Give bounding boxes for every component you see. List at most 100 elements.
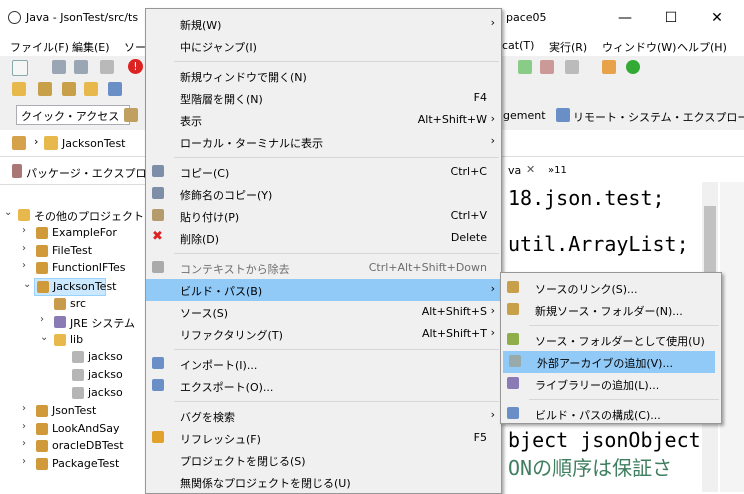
tree-item[interactable]: ›jackso bbox=[70, 385, 123, 401]
menu-item[interactable]: 表示 Alt+Shift+W › bbox=[146, 109, 501, 131]
menu-item-shortcut: Ctrl+Alt+Shift+Down bbox=[368, 261, 487, 274]
chevron-right-icon[interactable]: › bbox=[22, 456, 26, 467]
menu-search-partial[interactable]: cat(T) bbox=[502, 39, 534, 52]
code-line-2[interactable]: util.ArrayList; bbox=[508, 232, 689, 256]
menu-item[interactable]: 外部アーカイブの追加(V)... bbox=[503, 351, 715, 373]
tree-item[interactable]: › oracleDBTest bbox=[22, 438, 124, 454]
project-icon bbox=[36, 458, 48, 471]
tree-item[interactable]: ›jackso bbox=[70, 349, 123, 365]
chevron-right-icon[interactable]: › bbox=[22, 260, 26, 271]
menu-item[interactable]: ビルド・パスの構成(C)... bbox=[501, 403, 721, 425]
tree-item[interactable]: › LookAndSay bbox=[22, 421, 119, 437]
print-icon[interactable] bbox=[100, 60, 114, 74]
menu-item[interactable]: インポート(I)... bbox=[146, 353, 501, 375]
submenu-arrow-icon: › bbox=[490, 408, 495, 421]
package-icon[interactable] bbox=[38, 82, 52, 96]
code-line-3[interactable]: bject jsonObject bbox=[508, 428, 701, 452]
disconnect-icon[interactable] bbox=[565, 60, 579, 74]
menu-help[interactable]: ヘルプ(H) bbox=[677, 39, 727, 55]
new-icon[interactable] bbox=[12, 60, 28, 76]
code-line-1[interactable]: 18.json.test; bbox=[508, 186, 665, 210]
menu-item[interactable]: 新規ソース・フォルダー(N)... bbox=[501, 299, 721, 321]
tree-item[interactable]: ›jackso bbox=[70, 367, 123, 383]
menu-item[interactable]: リファクタリング(T) Alt+Shift+T › bbox=[146, 323, 501, 345]
close-button[interactable]: ✕ bbox=[694, 0, 740, 36]
menu-item[interactable]: ソース・フォルダーとして使用(U) bbox=[501, 329, 721, 351]
save-icon[interactable] bbox=[52, 60, 66, 74]
menu-item[interactable]: リフレッシュ(F) F5 bbox=[146, 427, 501, 449]
menu-item[interactable]: ソースのリンク(S)... bbox=[501, 277, 721, 299]
minimize-button[interactable]: — bbox=[602, 0, 648, 36]
chevron-down-icon[interactable]: ⌄ bbox=[23, 279, 31, 290]
breadcrumb-project[interactable]: JacksonTest bbox=[62, 137, 126, 150]
menu-item[interactable]: 中にジャンプ(I) bbox=[146, 35, 501, 57]
chevron-right-icon[interactable]: › bbox=[22, 438, 26, 449]
menu-edit[interactable]: 編集(E) bbox=[72, 39, 110, 55]
brush-icon[interactable] bbox=[108, 82, 122, 96]
menu-separator bbox=[174, 401, 499, 402]
tree-item[interactable]: ›src bbox=[52, 296, 86, 312]
folder-open-icon[interactable] bbox=[12, 82, 26, 96]
tree-item[interactable]: ⌄ JacksonTest bbox=[23, 278, 117, 297]
stop-icon[interactable]: ! bbox=[128, 59, 143, 74]
code-line-4[interactable]: ONの順序は保証さ bbox=[508, 452, 672, 481]
chevron-down-icon[interactable]: ⌄ bbox=[4, 207, 12, 218]
close-tab-icon[interactable]: ✕ bbox=[526, 163, 535, 176]
tree-item[interactable]: › PackageTest bbox=[22, 456, 119, 472]
terminate-icon[interactable] bbox=[540, 60, 554, 74]
menu-item-label: 修飾名のコピー(Y) bbox=[180, 189, 273, 202]
menu-item[interactable]: 無関係なプロジェクトを閉じる(U) bbox=[146, 471, 501, 493]
menu-item[interactable]: ビルド・パス(B) › bbox=[146, 279, 501, 301]
run-icon[interactable] bbox=[626, 60, 640, 74]
tree-item[interactable]: › FileTest bbox=[22, 243, 92, 259]
menu-item[interactable]: 新規(W) › bbox=[146, 13, 501, 35]
menu-item[interactable]: 型階層を開く(N) F4 bbox=[146, 87, 501, 109]
menu-item[interactable]: ライブラリーの追加(L)... bbox=[501, 373, 721, 395]
remote-system-explorer-tab[interactable]: リモート・システム・エクスプローラー bbox=[573, 109, 744, 125]
tree-item[interactable]: › ExampleFor bbox=[22, 225, 117, 241]
workspace-icon[interactable] bbox=[12, 136, 26, 150]
menu-item[interactable]: エクスポート(O)... bbox=[146, 375, 501, 397]
chevron-right-icon[interactable]: › bbox=[22, 243, 26, 254]
save-all-icon[interactable] bbox=[74, 60, 88, 74]
chevron-right-icon[interactable]: › bbox=[40, 314, 44, 325]
menu-item[interactable]: 貼り付け(P) Ctrl+V bbox=[146, 205, 501, 227]
menu-item[interactable]: コピー(C) Ctrl+C bbox=[146, 161, 501, 183]
folder-icon bbox=[18, 209, 30, 221]
menu-item-label: ビルド・パス(B) bbox=[180, 285, 263, 298]
menu-item[interactable]: 修飾名のコピー(Y) bbox=[146, 183, 501, 205]
menu-item[interactable]: ✖ 削除(D) Delete bbox=[146, 227, 501, 249]
menu-item[interactable]: ローカル・ターミナルに表示 › bbox=[146, 131, 501, 153]
menu-item[interactable]: プロジェクトを閉じる(S) bbox=[146, 449, 501, 471]
chevron-right-icon[interactable]: › bbox=[22, 225, 26, 236]
tree-item[interactable]: ⌄ その他のプロジェクト bbox=[4, 207, 144, 223]
chevron-right-icon[interactable]: › bbox=[22, 403, 26, 414]
editor-tab-overflow[interactable]: »11 bbox=[548, 165, 567, 176]
tree-item[interactable]: › JsonTest bbox=[22, 403, 96, 419]
chevron-right-icon[interactable]: › bbox=[22, 421, 26, 432]
project-icon bbox=[36, 440, 48, 453]
menu-file[interactable]: ファイル(F) bbox=[10, 39, 69, 55]
perspective-partial-label[interactable]: gement bbox=[503, 109, 546, 122]
menu-source-partial[interactable]: ソー bbox=[124, 39, 146, 55]
editor-tab-label: va bbox=[508, 164, 522, 177]
menu-item[interactable]: バグを検索 › bbox=[146, 405, 501, 427]
tree-item[interactable]: › FunctionIFTes bbox=[22, 260, 126, 276]
menu-window[interactable]: ウィンドウ(W) bbox=[602, 39, 676, 55]
debug-icon[interactable] bbox=[518, 60, 532, 74]
tree-item[interactable]: ⌄ lib bbox=[40, 332, 83, 348]
chevron-down-icon[interactable]: ⌄ bbox=[40, 332, 48, 343]
maximize-button[interactable]: ☐ bbox=[648, 0, 694, 36]
menu-run[interactable]: 実行(R) bbox=[549, 39, 587, 55]
menu-item[interactable]: 新規ウィンドウで開く(N) bbox=[146, 65, 501, 87]
tree-item[interactable]: › JRE システム bbox=[40, 314, 135, 330]
quick-access-input[interactable]: クイック・アクセス bbox=[16, 105, 130, 125]
open-folder-icon[interactable] bbox=[84, 82, 98, 96]
menu-item[interactable]: ソース(S) Alt+Shift+S › bbox=[146, 301, 501, 323]
remote-system-icon bbox=[556, 108, 570, 122]
scrollbar-thumb[interactable] bbox=[704, 206, 716, 272]
package-explorer-tab[interactable]: パッケージ・エクスプローラ bbox=[0, 158, 168, 185]
package2-icon[interactable] bbox=[62, 82, 76, 96]
open-perspective-icon[interactable] bbox=[124, 108, 138, 122]
open-type-icon[interactable] bbox=[602, 60, 616, 74]
